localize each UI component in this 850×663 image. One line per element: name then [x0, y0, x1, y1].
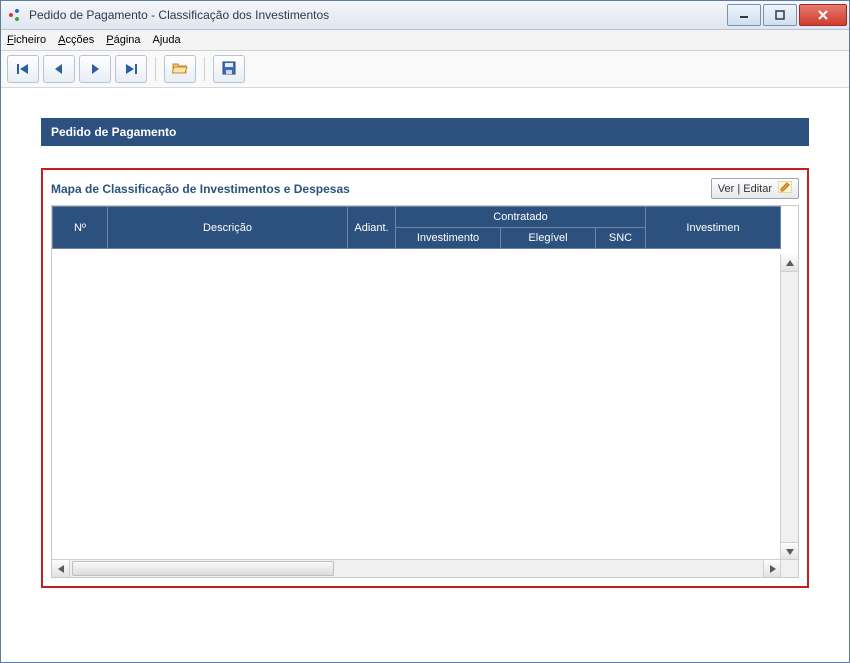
- col-snc[interactable]: SNC: [596, 228, 646, 249]
- save-icon: [222, 61, 236, 78]
- menu-accoes[interactable]: Acções: [58, 34, 94, 46]
- col-investimento[interactable]: Investimento: [396, 228, 501, 249]
- menubar: Ficheiro Acções Página Ajuda: [1, 30, 849, 51]
- open-button[interactable]: [164, 55, 196, 83]
- section-header: Mapa de Classificação de Investimentos e…: [51, 176, 799, 205]
- ver-editar-button[interactable]: Ver | Editar: [711, 178, 799, 199]
- edit-icon: [778, 181, 792, 196]
- panel-title: Pedido de Pagamento: [41, 118, 809, 146]
- maximize-button[interactable]: [763, 4, 797, 26]
- col-descricao[interactable]: Descrição: [108, 207, 348, 249]
- nav-prev-button[interactable]: [43, 55, 75, 83]
- col-group-contratado[interactable]: Contratado: [396, 207, 646, 228]
- minimize-button[interactable]: [727, 4, 761, 26]
- grid-header: Nº Descrição Adiant. Contratado Investim…: [52, 206, 781, 249]
- app-icon: [7, 7, 23, 23]
- scroll-right-arrow-icon[interactable]: [763, 560, 781, 577]
- grid-body-empty: [52, 249, 798, 577]
- menu-pagina[interactable]: Página: [106, 34, 140, 46]
- toolbar-separator: [155, 57, 156, 81]
- col-adiant[interactable]: Adiant.: [348, 207, 396, 249]
- col-elegivel[interactable]: Elegível: [501, 228, 596, 249]
- folder-open-icon: [172, 61, 188, 78]
- section-title: Mapa de Classificação de Investimentos e…: [51, 182, 711, 196]
- horizontal-scrollbar[interactable]: [52, 559, 781, 577]
- ver-editar-label: Ver | Editar: [718, 183, 772, 195]
- menu-ficheiro[interactable]: Ficheiro: [7, 34, 46, 46]
- window-controls: [725, 4, 847, 26]
- scroll-down-arrow-icon[interactable]: [781, 542, 798, 560]
- scroll-corner: [780, 559, 798, 577]
- close-button[interactable]: [799, 4, 847, 26]
- app-window: Pedido de Pagamento - Classificação dos …: [0, 0, 850, 663]
- horizontal-scroll-thumb[interactable]: [72, 561, 334, 576]
- toolbar-separator: [204, 57, 205, 81]
- toolbar: [1, 51, 849, 88]
- nav-last-button[interactable]: [115, 55, 147, 83]
- nav-next-button[interactable]: [79, 55, 111, 83]
- content-area: Pedido de Pagamento Mapa de Classificaçã…: [1, 88, 849, 662]
- titlebar: Pedido de Pagamento - Classificação dos …: [1, 1, 849, 30]
- scroll-up-arrow-icon[interactable]: [781, 254, 798, 272]
- col-investimen-overflow[interactable]: Investimen: [646, 207, 781, 249]
- save-button[interactable]: [213, 55, 245, 83]
- window-title: Pedido de Pagamento - Classificação dos …: [29, 8, 725, 22]
- data-grid[interactable]: Nº Descrição Adiant. Contratado Investim…: [51, 205, 799, 578]
- vertical-scrollbar[interactable]: [780, 254, 798, 560]
- col-numero[interactable]: Nº: [53, 207, 108, 249]
- scroll-left-arrow-icon[interactable]: [52, 560, 70, 577]
- section-highlight-frame: Mapa de Classificação de Investimentos e…: [41, 168, 809, 588]
- nav-first-button[interactable]: [7, 55, 39, 83]
- menu-ajuda[interactable]: Ajuda: [153, 34, 181, 46]
